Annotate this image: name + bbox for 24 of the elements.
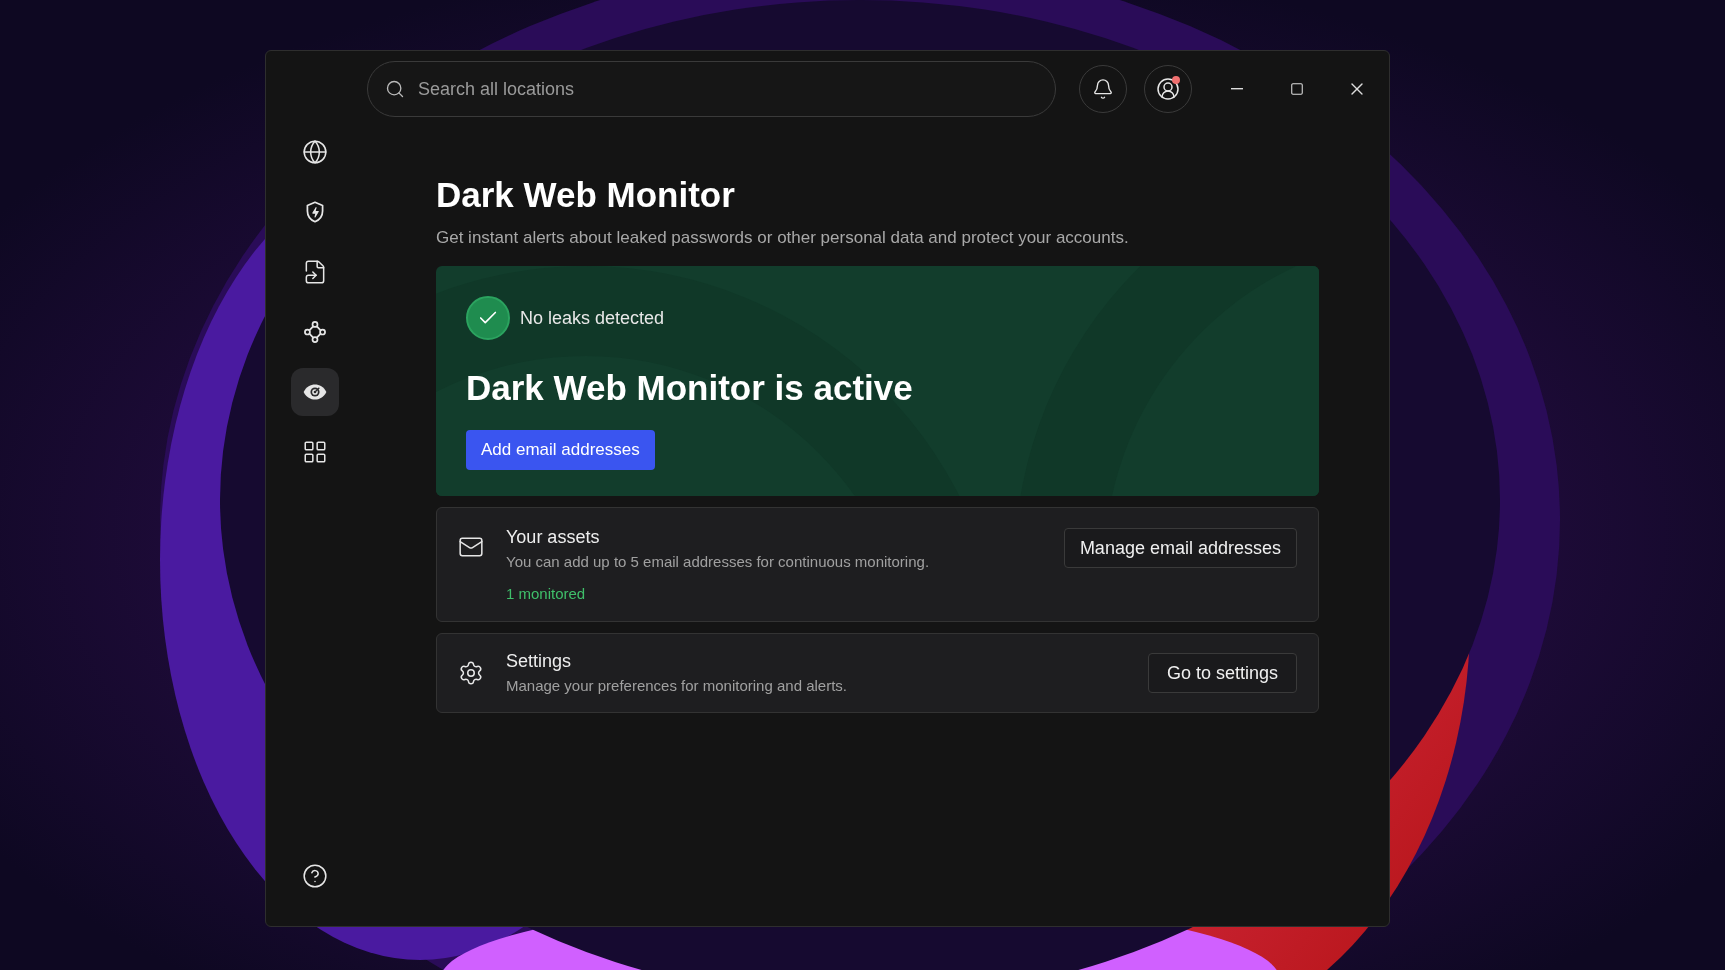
settings-description: Manage your preferences for monitoring and alerts. <box>506 676 848 697</box>
bell-icon <box>1092 78 1114 100</box>
status-label: No leaks detected <box>520 306 665 330</box>
manage-emails-button[interactable]: Manage email addresses <box>1063 528 1297 569</box>
add-email-button[interactable]: Add email addresses <box>466 430 655 470</box>
search-field[interactable]: Search all locations <box>367 61 1056 117</box>
status-headline: Dark Web Monitor is active <box>466 367 914 410</box>
settings-icon <box>458 660 484 686</box>
search-icon <box>385 79 405 99</box>
network-icon <box>302 319 328 345</box>
assets-title: Your assets <box>506 526 601 550</box>
grid-icon <box>302 439 328 465</box>
page-title: Dark Web Monitor <box>436 174 736 216</box>
globe-icon <box>302 139 328 165</box>
go-to-settings-button[interactable]: Go to settings <box>1147 653 1297 693</box>
settings-title: Settings <box>506 650 573 674</box>
page-subtitle: Get instant alerts about leaked passwords or other personal data and protect your accounts. <box>436 226 1130 249</box>
user-icon <box>1156 77 1180 101</box>
minimize-icon <box>1231 88 1243 90</box>
assets-description: You can add up to 5 email addresses for continuous monitoring. <box>506 552 931 573</box>
sidebar-item[interactable] <box>291 368 339 416</box>
maximize-icon <box>1290 82 1304 96</box>
help-icon <box>302 863 328 889</box>
monitored-count: 1 monitored <box>506 583 587 604</box>
